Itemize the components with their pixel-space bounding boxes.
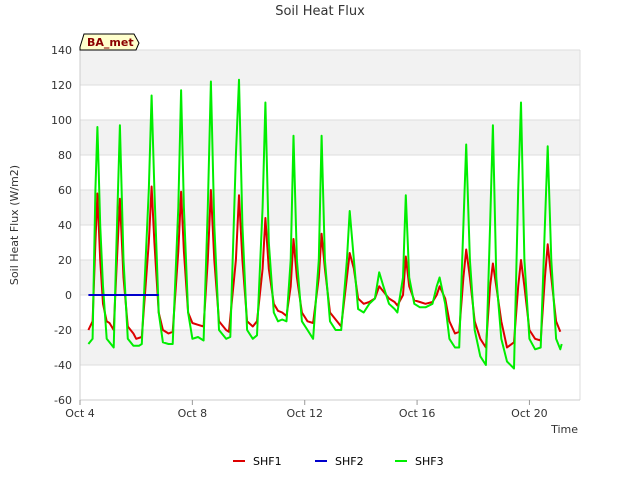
y-tick-label: 140 [51, 44, 72, 57]
x-axis: Oct 4 Oct 8 Oct 12 Oct 16 Oct 20 [65, 400, 548, 420]
x-tick-label: Oct 20 [511, 407, 548, 420]
legend-label-shf3: SHF3 [415, 455, 444, 468]
y-tick-label: 60 [58, 184, 72, 197]
chart-title: Soil Heat Flux [275, 4, 365, 19]
x-tick-label: Oct 12 [286, 407, 323, 420]
legend: SHF1 SHF2 SHF3 [233, 455, 444, 468]
y-tick-label: 20 [58, 254, 72, 267]
y-tick-label: 80 [58, 149, 72, 162]
y-tick-label: -40 [54, 359, 72, 372]
plot-band [80, 120, 580, 155]
badge-label: BA_met [87, 36, 134, 49]
y-axis-label: Soil Heat Flux (W/m2) [8, 165, 21, 285]
y-tick-label: 40 [58, 219, 72, 232]
x-tick-label: Oct 8 [178, 407, 208, 420]
legend-label-shf2: SHF2 [335, 455, 364, 468]
x-tick-label: Oct 16 [399, 407, 436, 420]
y-tick-label: 120 [51, 79, 72, 92]
soil-heat-flux-chart: Soil Heat Flux Soil Heat Flux (W/m2) Tim… [8, 4, 581, 468]
x-axis-label: Time [550, 423, 578, 436]
plot-band [80, 50, 580, 85]
badge: BA_met [79, 33, 140, 51]
y-tick-label: -60 [54, 394, 72, 407]
y-tick-label: 100 [51, 114, 72, 127]
y-tick-label: 0 [65, 289, 72, 302]
legend-label-shf1: SHF1 [253, 455, 282, 468]
y-tick-label: -20 [54, 324, 72, 337]
y-axis: -60 -40 -20 0 20 40 60 80 100 120 140 [51, 44, 72, 407]
x-tick-label: Oct 4 [65, 407, 95, 420]
